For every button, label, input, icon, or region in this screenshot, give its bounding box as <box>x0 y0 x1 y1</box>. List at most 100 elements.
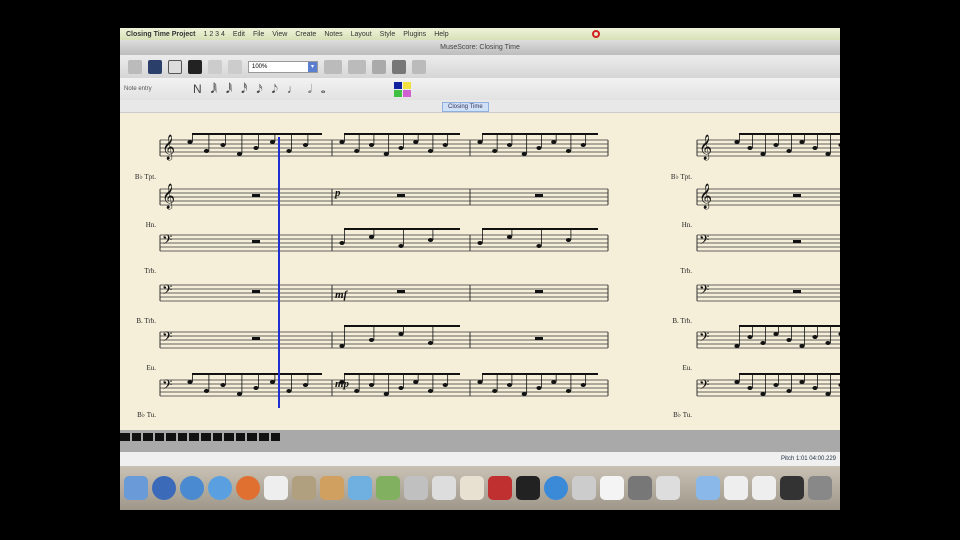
trash-icon[interactable] <box>808 476 832 500</box>
firefox-icon[interactable] <box>236 476 260 500</box>
app-icon[interactable] <box>376 476 400 500</box>
whole-rest <box>793 290 801 293</box>
iphoto-icon[interactable] <box>320 476 344 500</box>
note <box>580 143 586 147</box>
duration-button[interactable]: 𝅘𝅥𝅯 <box>256 82 262 97</box>
note <box>203 149 210 153</box>
play-icon[interactable] <box>324 59 342 74</box>
note <box>398 146 404 150</box>
note <box>427 238 434 242</box>
terminal-icon[interactable] <box>516 476 540 500</box>
score-canvas[interactable]: 𝄞 𝄞 𝄞 𝄞 𝄢 𝄢 𝄢 𝄢 𝄢 𝄢 𝄢 𝄢 B♭ Tpt. Hn. Trb. B. Trb. Eu… <box>120 113 840 448</box>
instrument-name: B♭ Tu. <box>673 411 692 419</box>
duration-button[interactable]: 𝅘𝅥𝅮 <box>272 82 278 97</box>
chevron-down-icon: ▾ <box>308 61 317 72</box>
dynamic-marking[interactable]: mf <box>335 289 347 301</box>
menu-item[interactable]: Edit <box>233 31 245 38</box>
voice-3-button[interactable] <box>394 89 403 97</box>
note-entry-button[interactable]: N <box>193 82 202 96</box>
note <box>286 389 292 393</box>
menu-item[interactable]: Create <box>295 31 316 38</box>
voice-2-button[interactable] <box>403 81 412 89</box>
note <box>339 140 345 144</box>
voice-1-button[interactable] <box>394 81 403 89</box>
voice-4-button[interactable] <box>403 89 412 97</box>
grid-icon[interactable] <box>412 59 426 74</box>
app-icon[interactable] <box>460 476 484 500</box>
document-icon[interactable] <box>724 476 748 500</box>
folder-icon[interactable] <box>696 476 720 500</box>
zoom-select[interactable]: 100% ▾ <box>248 60 318 73</box>
cd-icon[interactable] <box>188 59 202 74</box>
dynamic-marking[interactable]: mp <box>335 378 349 390</box>
menu-item[interactable]: Layout <box>351 31 372 38</box>
note <box>565 389 572 393</box>
note <box>442 383 448 387</box>
itunes-icon[interactable] <box>180 476 204 500</box>
instrument-name: Eu. <box>146 364 156 372</box>
note <box>236 392 243 396</box>
note <box>187 140 193 144</box>
note <box>747 146 753 150</box>
duration-button[interactable]: 𝅝 <box>321 82 326 97</box>
note <box>477 140 483 144</box>
new-icon[interactable] <box>128 59 142 74</box>
bass-clef: 𝄢 <box>699 377 709 396</box>
tab-closing-time[interactable]: Closing Time <box>442 102 489 112</box>
dynamic-marking[interactable]: p <box>335 187 341 199</box>
menu-app[interactable]: Closing Time Project <box>126 31 196 38</box>
print-icon[interactable] <box>168 59 182 74</box>
safari-icon[interactable] <box>208 476 232 500</box>
musescore-icon[interactable] <box>600 476 624 500</box>
bass-clef: 𝄢 <box>699 232 709 251</box>
status-bar: Pitch 1:01 04:00.229 <box>120 452 840 466</box>
app-store-icon[interactable] <box>544 476 568 500</box>
menu-item[interactable]: Notes <box>324 31 342 38</box>
note <box>220 383 226 387</box>
app-icon[interactable] <box>656 476 680 500</box>
menu-item[interactable]: 1 2 3 4 <box>204 31 225 38</box>
finder-icon[interactable] <box>124 476 148 500</box>
loop-icon[interactable] <box>348 59 366 74</box>
note <box>236 152 243 156</box>
note <box>799 380 805 384</box>
piano-keyboard[interactable] <box>120 433 281 441</box>
mixer-icon[interactable] <box>372 59 386 74</box>
note <box>825 152 831 156</box>
duration-button[interactable]: 𝅘𝅥𝅱 <box>226 82 232 97</box>
document-icon[interactable] <box>752 476 776 500</box>
undo-icon[interactable] <box>208 59 222 74</box>
preview-icon[interactable] <box>404 476 428 500</box>
note <box>799 140 805 144</box>
duration-button[interactable]: 𝅘𝅥𝅲 <box>211 82 217 97</box>
photos-icon[interactable] <box>292 476 316 500</box>
note <box>492 389 498 393</box>
menu-item[interactable]: View <box>272 31 287 38</box>
menu-item[interactable]: Style <box>380 31 396 38</box>
calendar-icon[interactable] <box>264 476 288 500</box>
app-icon[interactable] <box>488 476 512 500</box>
zoom-value: 100% <box>252 63 268 70</box>
dashboard-icon[interactable] <box>152 476 176 500</box>
app-icon[interactable] <box>432 476 456 500</box>
note <box>398 332 404 336</box>
skype-icon[interactable] <box>348 476 372 500</box>
note <box>506 235 513 239</box>
app-icon[interactable] <box>628 476 652 500</box>
cursor-icon[interactable] <box>392 59 406 74</box>
redo-icon[interactable] <box>228 59 242 74</box>
note <box>521 152 527 156</box>
app-icon[interactable] <box>572 476 596 500</box>
app-icon[interactable] <box>780 476 804 500</box>
duration-button[interactable]: 𝅗𝅥 <box>308 82 312 97</box>
whole-rest <box>535 194 543 197</box>
window-title: MuseScore: Closing Time <box>120 40 840 55</box>
menu-item[interactable]: File <box>253 31 264 38</box>
duration-button[interactable]: ♩ <box>287 82 299 96</box>
menu-item[interactable]: Help <box>434 31 448 38</box>
menu-item[interactable]: Plugins <box>403 31 426 38</box>
duration-button[interactable]: 𝅘𝅥𝅰 <box>241 82 247 97</box>
save-icon[interactable] <box>148 59 162 74</box>
instrument-name: Hn. <box>681 221 692 229</box>
instrument-name: Trb. <box>144 267 156 275</box>
